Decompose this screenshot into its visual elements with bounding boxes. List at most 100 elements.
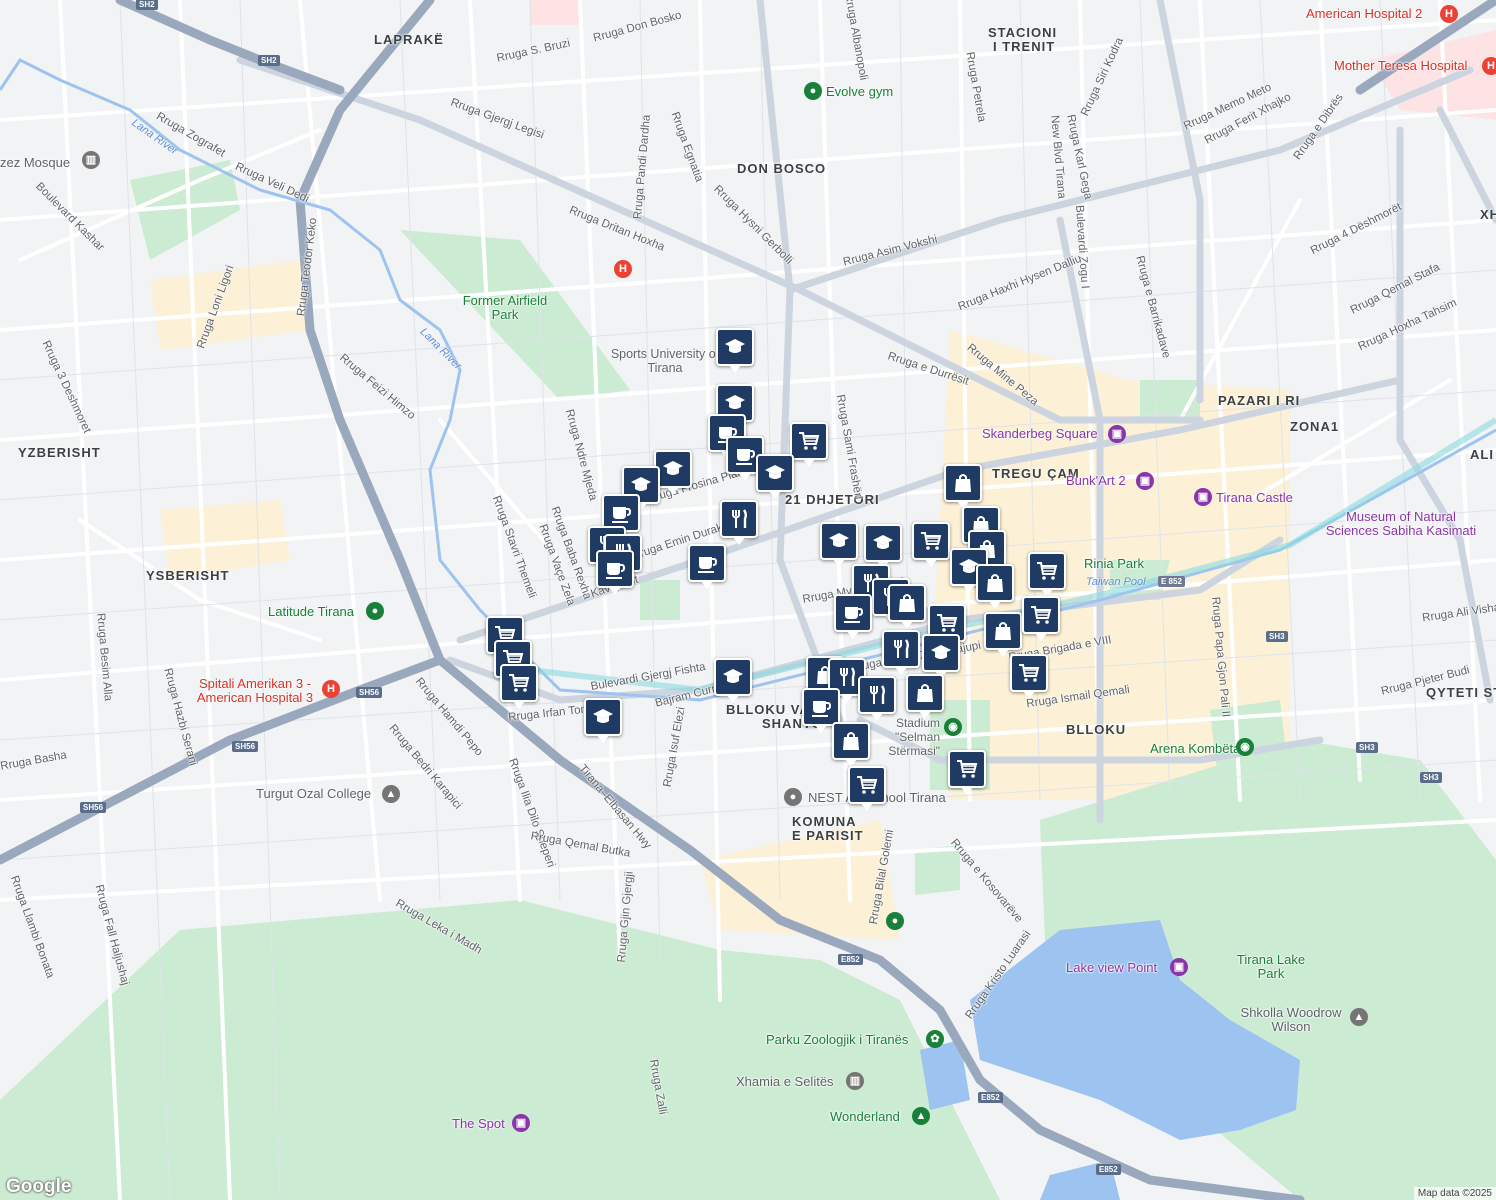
- route-shield: SH2: [136, 0, 158, 10]
- route-shield: SH56: [356, 687, 383, 698]
- district-label: STACIONI: [988, 25, 1058, 40]
- poi-label[interactable]: Museum of Natural Sciences Sabiha Kasima…: [1318, 510, 1484, 538]
- grocery-marker[interactable]: [1010, 654, 1048, 699]
- poi-label[interactable]: Rinia Park: [1084, 557, 1144, 571]
- poi-label[interactable]: American Hospital 2: [1306, 7, 1422, 21]
- shopping-marker[interactable]: [976, 564, 1014, 609]
- route-shield: E852: [838, 954, 863, 965]
- poi-label[interactable]: The Spot: [452, 1117, 505, 1131]
- place-icon[interactable]: ●: [366, 602, 384, 620]
- poi-label[interactable]: Skanderbeg Square: [982, 427, 1098, 441]
- school-marker[interactable]: [714, 658, 752, 703]
- restaurant-marker[interactable]: [882, 630, 920, 675]
- park-icon[interactable]: ▲: [912, 1107, 930, 1125]
- school-marker[interactable]: [864, 524, 902, 569]
- school-marker[interactable]: [922, 634, 960, 679]
- hospital-icon[interactable]: H: [322, 680, 340, 698]
- district-label: YSBERISHT: [146, 568, 230, 583]
- cafe-marker[interactable]: [596, 550, 634, 595]
- shopping-marker[interactable]: [984, 612, 1022, 657]
- school-icon[interactable]: ▲: [1350, 1008, 1368, 1026]
- grocery-marker[interactable]: [912, 522, 950, 567]
- gym-icon[interactable]: ●: [804, 82, 822, 100]
- district-label: BLLOKU VA: [726, 702, 810, 717]
- restaurant-marker[interactable]: [858, 676, 896, 721]
- poi-label[interactable]: Parku Zoologjik i Tiranës: [766, 1033, 908, 1047]
- district-label: KOMUNA: [792, 814, 857, 829]
- school-marker[interactable]: [820, 522, 858, 567]
- district-label: ALI: [1470, 447, 1494, 462]
- restaurant-marker[interactable]: [720, 500, 758, 545]
- poi-label[interactable]: Bunk'Art 2: [1066, 474, 1126, 488]
- map-canvas[interactable]: LAPRAKË STACIONI I TRENIT DON BOSCO YZBE…: [0, 0, 1496, 1200]
- poi-label[interactable]: Former Airfield Park: [458, 294, 552, 322]
- poi-label[interactable]: Tirana Lake Park: [1236, 953, 1306, 981]
- place-icon[interactable]: ●: [886, 912, 904, 930]
- route-shield: E852: [978, 1092, 1003, 1103]
- poi-label[interactable]: Sports University of Tirana: [610, 347, 720, 375]
- poi-label[interactable]: Shkolla Woodrow Wilson: [1236, 1006, 1346, 1034]
- mosque-icon[interactable]: ▥: [82, 151, 100, 169]
- map-attribution[interactable]: Map data ©2025: [1413, 1187, 1496, 1200]
- poi-label[interactable]: Mother Teresa Hospital: [1334, 59, 1467, 73]
- district-label: XHI: [1480, 207, 1496, 222]
- route-shield: SH56: [80, 802, 107, 813]
- school-marker[interactable]: [756, 454, 794, 499]
- stadium-icon[interactable]: ◉: [944, 718, 962, 736]
- cafe-marker[interactable]: [834, 594, 872, 639]
- district-label: PAZARI I RI: [1218, 393, 1301, 408]
- school-icon[interactable]: ●: [784, 788, 802, 806]
- stadium-icon[interactable]: ◉: [1236, 738, 1254, 756]
- poi-label[interactable]: Wonderland: [830, 1110, 900, 1124]
- museum-icon[interactable]: ▣: [1136, 472, 1154, 490]
- route-shield: E 852: [1158, 576, 1185, 587]
- castle-icon[interactable]: ▣: [1194, 488, 1212, 506]
- school-marker[interactable]: [716, 328, 754, 373]
- zoo-icon[interactable]: ✿: [926, 1030, 944, 1048]
- shopping-marker[interactable]: [832, 722, 870, 767]
- poi-label[interactable]: Turgut Ozal College: [256, 787, 371, 801]
- poi-label[interactable]: Tirana Castle: [1216, 491, 1293, 505]
- route-shield: SH3: [1356, 742, 1378, 753]
- viewpoint-icon[interactable]: ▣: [512, 1114, 530, 1132]
- district-label: QYTETI ST: [1426, 685, 1496, 700]
- poi-label[interactable]: Xhamia e Selitës: [736, 1075, 834, 1089]
- grocery-marker[interactable]: [1028, 552, 1066, 597]
- route-shield: SH3: [1420, 772, 1442, 783]
- poi-label[interactable]: Spitali Amerikan 3 - American Hospital 3: [180, 677, 330, 705]
- hospital-icon[interactable]: H: [1482, 57, 1496, 75]
- google-logo: Google: [6, 1176, 72, 1197]
- water-label: Taiwan Pool: [1086, 576, 1146, 588]
- grocery-marker[interactable]: [500, 664, 538, 709]
- district-label: DON BOSCO: [737, 161, 827, 176]
- district-label: LAPRAKË: [374, 32, 444, 47]
- district-label: ZONA1: [1290, 419, 1340, 434]
- cafe-marker[interactable]: [688, 544, 726, 589]
- poi-label[interactable]: Latitude Tirana: [268, 605, 354, 619]
- route-shield: E852: [1096, 1164, 1121, 1175]
- landmark-icon[interactable]: ▣: [1108, 425, 1126, 443]
- district-label: E PARISIT: [792, 828, 864, 843]
- grocery-marker[interactable]: [1022, 596, 1060, 641]
- poi-label[interactable]: Lake view Point: [1066, 961, 1157, 975]
- viewpoint-icon[interactable]: ▣: [1170, 958, 1188, 976]
- school-marker[interactable]: [584, 698, 622, 743]
- district-label: BLLOKU: [1066, 722, 1127, 737]
- cafe-marker[interactable]: [802, 688, 840, 733]
- route-shield: SH3: [1266, 631, 1288, 642]
- hospital-icon[interactable]: H: [614, 260, 632, 278]
- hospital-icon[interactable]: H: [1440, 5, 1458, 23]
- district-label: 21 DHJETORI: [785, 492, 880, 507]
- school-icon[interactable]: ▲: [382, 785, 400, 803]
- mosque-icon[interactable]: ▥: [846, 1072, 864, 1090]
- poi-label[interactable]: Evolve gym: [826, 85, 893, 99]
- shopping-marker[interactable]: [944, 464, 982, 509]
- poi-label[interactable]: zez Mosque: [0, 156, 70, 170]
- shopping-marker[interactable]: [906, 674, 944, 719]
- shopping-marker[interactable]: [888, 584, 926, 629]
- grocery-marker[interactable]: [948, 750, 986, 795]
- grocery-marker[interactable]: [848, 766, 886, 811]
- district-label: I TRENIT: [993, 39, 1056, 54]
- grocery-marker[interactable]: [790, 422, 828, 467]
- route-shield: SH2: [258, 55, 280, 66]
